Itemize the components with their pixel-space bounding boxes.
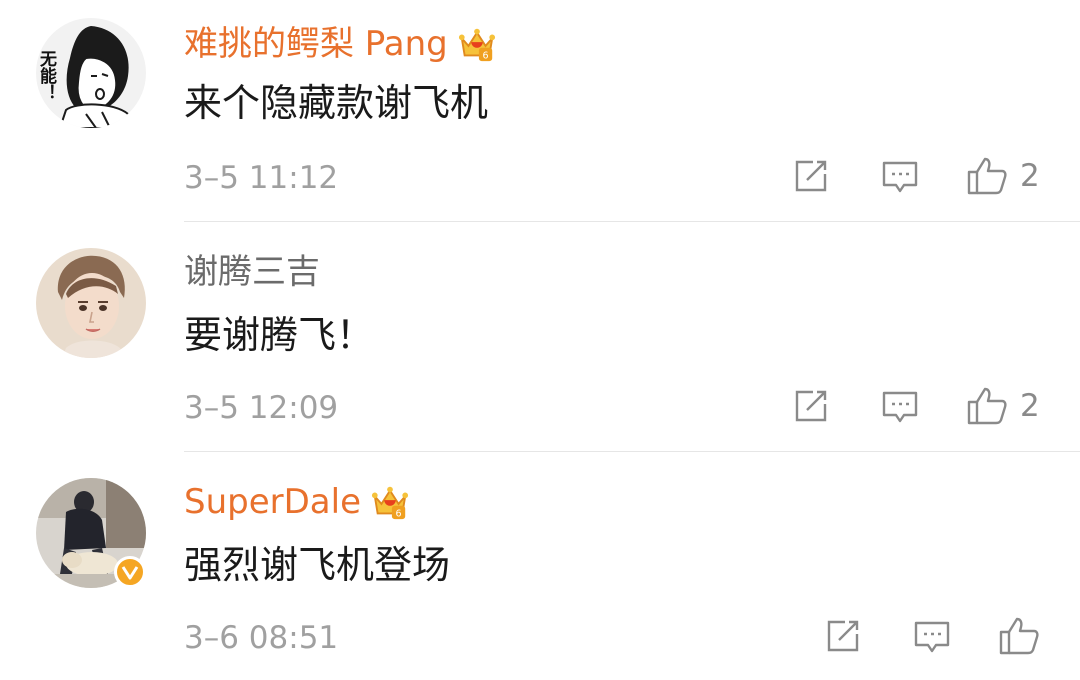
share-button[interactable] <box>793 158 829 194</box>
reply-button[interactable] <box>881 390 919 424</box>
like-button[interactable]: 2 <box>966 386 1040 426</box>
avatar-text: 无能！ <box>36 50 58 101</box>
username[interactable]: 谢腾三吉 <box>184 252 320 292</box>
like-button[interactable]: 2 <box>966 156 1040 196</box>
comment-icon <box>882 391 918 423</box>
timestamp: 3–5 12:09 <box>184 390 339 426</box>
illustrated-portrait-avatar-image <box>36 248 146 358</box>
comment-text: 来个隐藏款谢飞机 <box>184 81 489 125</box>
comment-item: SuperDale 6 强烈谢飞机登场 3–6 08:51 <box>0 452 1080 680</box>
share-button[interactable] <box>793 388 829 424</box>
comment-icon <box>882 161 918 193</box>
svg-text:6: 6 <box>482 50 488 61</box>
comment-text: 要谢腾飞！ <box>184 313 375 357</box>
comment-item: 谢腾三吉 要谢腾飞！ 3–5 12:09 2 <box>0 222 1080 452</box>
thumbs-up-icon <box>999 617 1039 655</box>
timestamp: 3–6 08:51 <box>184 620 339 656</box>
manga-avatar-image: 无能！ <box>36 18 146 128</box>
avatar[interactable] <box>36 478 146 588</box>
share-icon <box>827 620 859 652</box>
like-count: 2 <box>1020 158 1040 194</box>
like-button[interactable] <box>998 616 1040 656</box>
avatar[interactable]: 无能！ <box>36 18 146 128</box>
comment-text: 强烈谢飞机登场 <box>184 543 451 587</box>
share-icon <box>795 390 827 422</box>
thumbs-up-icon <box>967 387 1007 425</box>
reply-button[interactable] <box>913 620 951 654</box>
comment-icon <box>914 621 950 653</box>
like-count: 2 <box>1020 388 1040 424</box>
verified-badge-icon <box>114 556 146 588</box>
username[interactable]: SuperDale <box>184 482 361 522</box>
svg-text:6: 6 <box>396 508 402 519</box>
share-icon <box>795 160 827 192</box>
vip-crown-icon: 6 <box>371 486 409 519</box>
reply-button[interactable] <box>881 160 919 194</box>
vip-crown-icon: 6 <box>458 28 495 61</box>
timestamp: 3–5 11:12 <box>184 160 339 196</box>
username[interactable]: 难挑的鳄梨 Pang <box>184 24 448 64</box>
share-button[interactable] <box>825 618 861 654</box>
avatar[interactable] <box>36 248 146 358</box>
comment-item: 无能！ 难挑的鳄梨 Pang 6 来个隐藏款谢飞机 3–5 11:12 2 <box>0 0 1080 222</box>
thumbs-up-icon <box>967 157 1007 195</box>
